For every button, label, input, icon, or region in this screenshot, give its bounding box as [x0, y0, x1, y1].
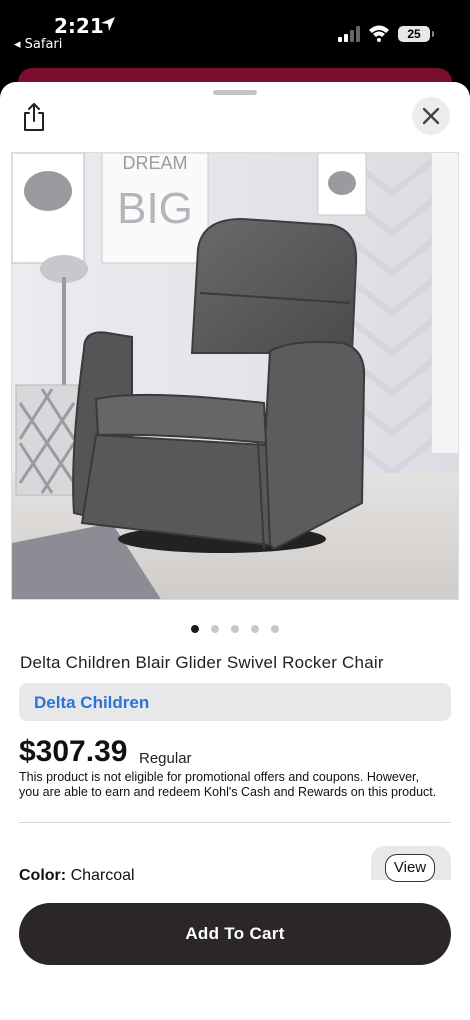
price-type-label: Regular	[139, 750, 192, 767]
carousel-dot[interactable]	[231, 625, 239, 633]
battery-indicator: 25	[398, 26, 434, 42]
section-divider	[19, 822, 451, 823]
view-details-container: View	[371, 846, 451, 882]
cellular-signal-icon	[338, 26, 360, 42]
sheet-grabber[interactable]	[213, 90, 257, 95]
image-carousel-dots[interactable]	[0, 625, 470, 633]
product-quick-view-sheet: DREAM BIG Delta Children Blair Glider Sw…	[0, 82, 470, 1020]
back-to-app-link[interactable]: ◂ Safari	[14, 37, 62, 52]
color-label: Color:	[19, 867, 67, 881]
product-image[interactable]: DREAM BIG	[11, 152, 459, 600]
chair-photo: DREAM BIG	[12, 153, 458, 599]
wifi-icon	[369, 25, 389, 42]
carousel-dot[interactable]	[211, 625, 219, 633]
svg-text:BIG: BIG	[117, 184, 193, 233]
brand-link[interactable]: Delta Children	[19, 683, 451, 721]
product-price: $307.39	[19, 735, 128, 768]
location-arrow-icon	[101, 17, 115, 31]
svg-text:DREAM: DREAM	[122, 153, 187, 173]
battery-level: 25	[407, 27, 421, 41]
product-title: Delta Children Blair Glider Swivel Rocke…	[20, 653, 384, 672]
carousel-dot[interactable]	[251, 625, 259, 633]
color-value: Charcoal	[70, 867, 135, 881]
promo-ineligible-note: This product is not eligible for promoti…	[19, 770, 437, 799]
share-button[interactable]	[18, 100, 50, 134]
share-icon	[24, 103, 44, 131]
status-bar: 2:21 ◂ Safari 25	[0, 0, 470, 70]
brand-name[interactable]: Delta Children	[34, 693, 149, 713]
view-button[interactable]: View	[385, 854, 435, 882]
carousel-dot[interactable]	[191, 625, 199, 633]
status-time: 2:21	[54, 14, 104, 38]
color-selector-row: Color: Charcoal	[19, 867, 319, 881]
add-to-cart-button[interactable]: Add To Cart	[19, 903, 451, 965]
close-icon	[422, 107, 440, 125]
carousel-dot[interactable]	[271, 625, 279, 633]
close-button[interactable]	[412, 97, 450, 135]
